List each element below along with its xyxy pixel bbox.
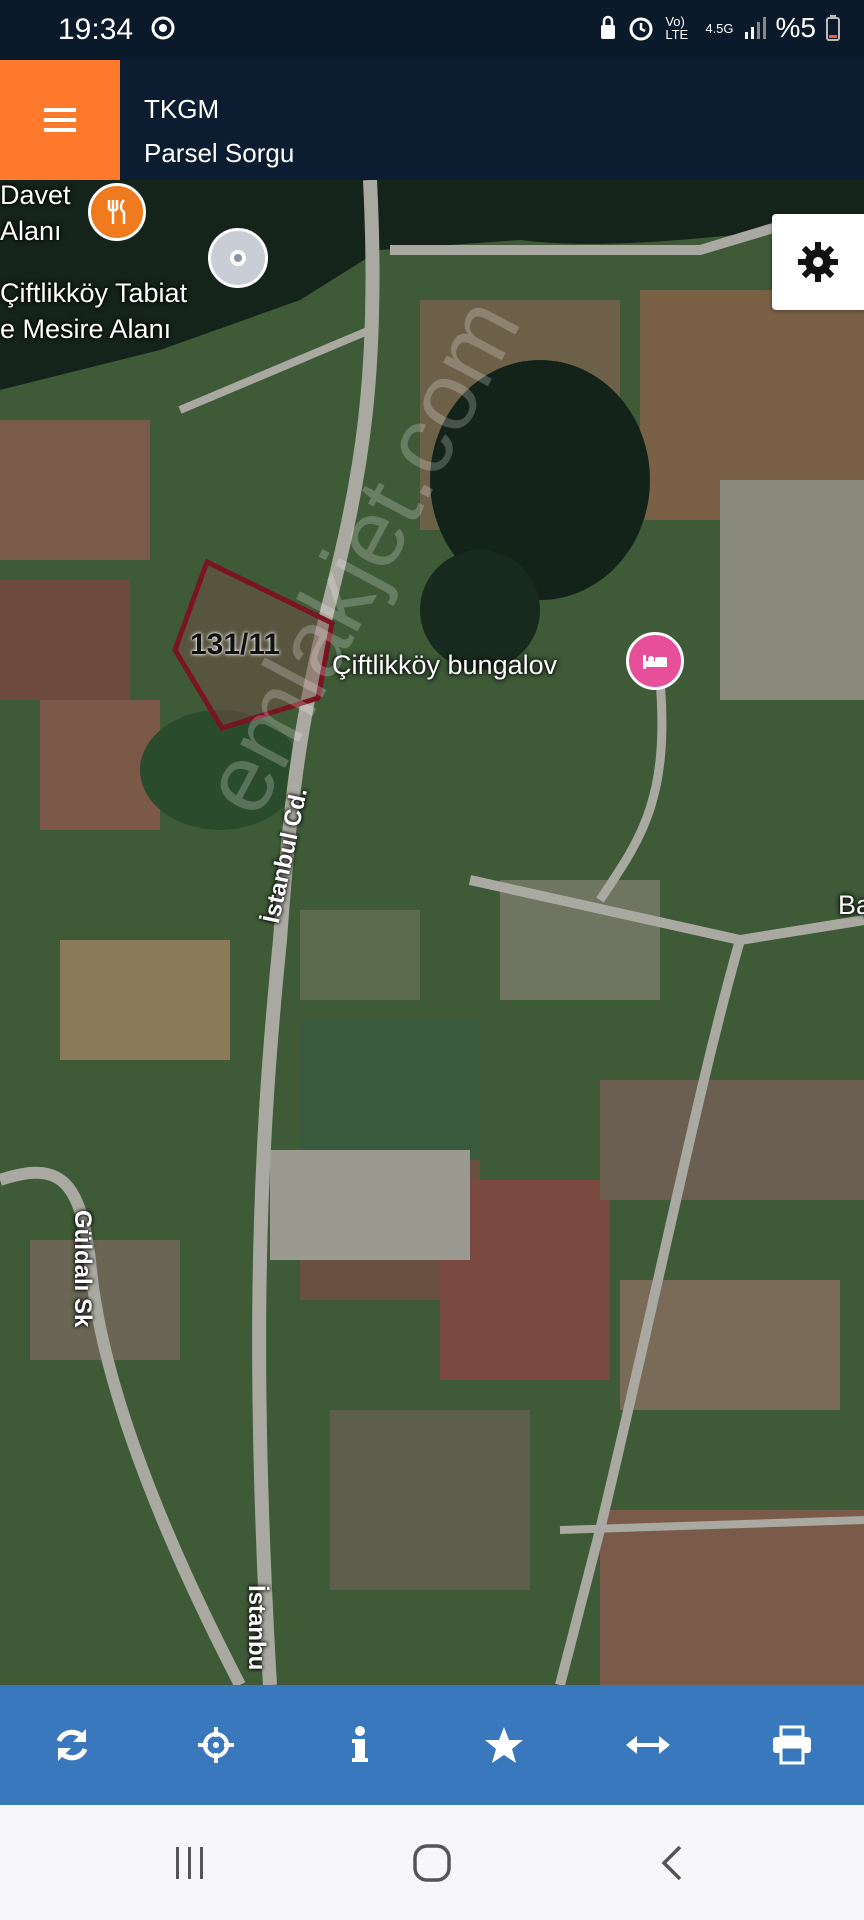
status-bar: 19:34 Vo) LTE 4.5G %5	[0, 0, 864, 60]
poi-label-davet-2: Alanı	[0, 216, 62, 246]
favorite-button[interactable]	[459, 1700, 549, 1790]
info-button[interactable]	[315, 1700, 405, 1790]
road-label-guldali-sk: Güldalı Sk	[69, 1210, 96, 1328]
recents-icon	[176, 1847, 203, 1879]
restaurant-icon[interactable]	[88, 183, 146, 241]
star-icon	[485, 1727, 523, 1763]
measure-icon	[626, 1736, 670, 1754]
hamburger-icon	[44, 108, 76, 132]
battery-icon	[826, 15, 840, 41]
back-button[interactable]	[642, 1835, 702, 1891]
location-icon[interactable]	[208, 228, 268, 288]
menu-button[interactable]	[0, 60, 120, 180]
system-nav-bar	[0, 1805, 864, 1920]
signal-label: 4.5G	[705, 20, 734, 36]
info-icon	[352, 1726, 368, 1762]
refresh-icon	[56, 1729, 88, 1761]
sync-icon	[151, 16, 175, 40]
recents-button[interactable]	[160, 1835, 220, 1891]
refresh-button[interactable]	[27, 1700, 117, 1790]
bottom-toolbar	[0, 1685, 864, 1805]
print-icon	[773, 1725, 811, 1765]
back-icon	[661, 1845, 682, 1881]
hotel-icon[interactable]	[626, 632, 684, 690]
signal-icon	[744, 17, 766, 39]
battery-percent: %5	[775, 12, 816, 43]
gear-icon	[798, 242, 838, 282]
network-label: Vo) LTE	[665, 14, 689, 42]
alarm-icon	[629, 17, 653, 41]
poi-label-tabiat-2: e Mesire Alanı	[0, 314, 172, 344]
crosshair-icon	[198, 1727, 234, 1763]
poi-label-tabiat-1: Çiftlikköy Tabiat	[0, 278, 188, 308]
measure-button[interactable]	[603, 1700, 693, 1790]
locate-button[interactable]	[171, 1700, 261, 1790]
lock-icon	[601, 15, 616, 39]
poi-label-ba: Ba	[838, 890, 864, 920]
home-button[interactable]	[402, 1835, 462, 1891]
poi-label-davet-1: Davet	[0, 180, 71, 210]
app-title: TKGM	[144, 94, 220, 124]
status-time: 19:34	[58, 13, 134, 46]
home-icon	[413, 1844, 451, 1882]
map-view[interactable]: Davet Alanı Çiftlikköy Tabiat e Mesire A…	[0, 180, 864, 1685]
road-label-istanbul-cd-2: İstanbu	[243, 1585, 270, 1671]
app-subtitle: Parsel Sorgu	[144, 138, 295, 168]
settings-button[interactable]	[772, 214, 864, 310]
app-bar: TKGM Parsel Sorgu	[0, 60, 864, 180]
print-button[interactable]	[747, 1700, 837, 1790]
